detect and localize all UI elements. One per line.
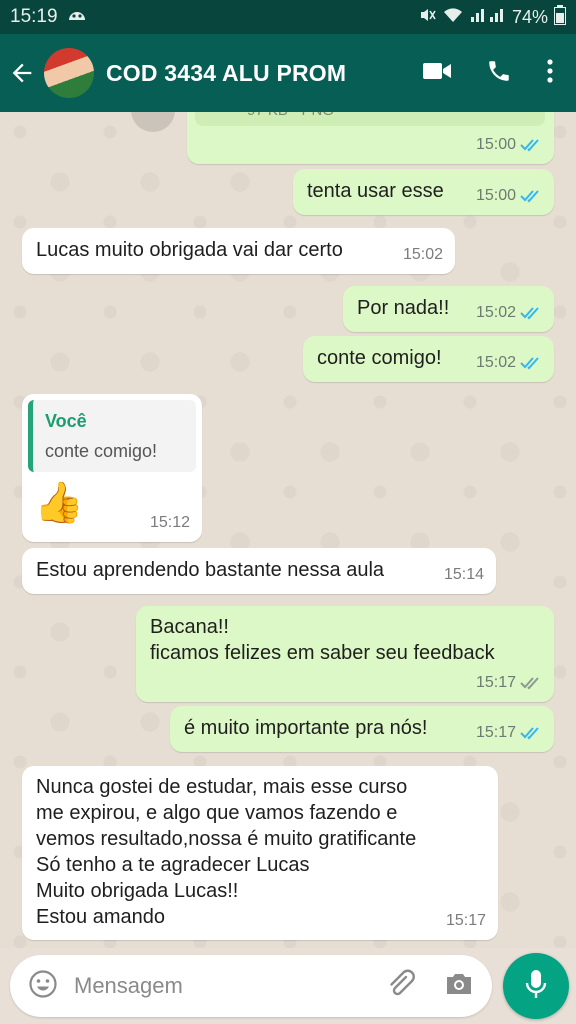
message-text: Estou aprendendo bastante nessa aula bbox=[36, 559, 385, 581]
message-text-line: ficamos felizes em saber seu feedback bbox=[150, 642, 495, 664]
forward-icon[interactable] bbox=[131, 112, 175, 132]
message-meta: 15:02 bbox=[403, 242, 443, 268]
more-options-icon[interactable] bbox=[546, 58, 554, 89]
contact-name[interactable]: COD 3434 ALU PROM bbox=[106, 60, 346, 87]
message-meta: 15:17 bbox=[476, 670, 542, 696]
message-text-line: Estou amando bbox=[36, 906, 165, 928]
read-ticks-icon bbox=[520, 306, 542, 320]
message-time: 15:14 bbox=[443, 566, 484, 583]
message-input-bar[interactable]: Mensagem bbox=[10, 955, 492, 1017]
read-ticks-icon bbox=[520, 138, 542, 152]
message-input[interactable]: Mensagem bbox=[74, 973, 183, 999]
chat-header: COD 3434 ALU PROM bbox=[0, 34, 576, 112]
camera-icon[interactable] bbox=[444, 971, 474, 1002]
status-bar: 15:19 74% bbox=[0, 0, 576, 34]
message-time: 15:17 bbox=[475, 674, 516, 691]
read-ticks-icon bbox=[520, 356, 542, 370]
message-text-line: vemos resultado,nossa é muito gratifican… bbox=[36, 828, 417, 850]
message-meta: 15:17 bbox=[476, 720, 542, 746]
message-time: 15:02 bbox=[402, 246, 443, 263]
quoted-message[interactable]: Você conte comigo! bbox=[28, 400, 196, 472]
message-text-line: Bacana!! bbox=[150, 616, 229, 638]
contact-avatar[interactable] bbox=[44, 48, 94, 98]
quoted-author: Você bbox=[45, 411, 87, 431]
message-bubble[interactable]: Nunca gostei de estudar, mais esse curso… bbox=[22, 766, 498, 940]
message-bubble[interactable]: Estou aprendendo bastante nessa aula 15:… bbox=[22, 548, 496, 594]
mute-icon bbox=[418, 6, 436, 29]
voice-call-icon[interactable] bbox=[486, 58, 512, 89]
read-ticks-icon bbox=[520, 726, 542, 740]
attach-icon[interactable] bbox=[386, 969, 416, 1004]
message-meta: 15:14 bbox=[444, 562, 484, 588]
signal-icon bbox=[470, 7, 506, 28]
read-ticks-icon bbox=[520, 189, 542, 203]
message-text: tenta usar esse bbox=[307, 180, 444, 202]
message-text-line: me expirou, e algo que vamos fazendo e bbox=[36, 802, 398, 824]
message-time: 15:00 bbox=[475, 136, 516, 153]
input-actions bbox=[386, 969, 474, 1004]
message-bubble[interactable]: Por nada!! 15:02 bbox=[343, 286, 554, 332]
message-meta: 15:00 bbox=[476, 183, 542, 209]
message-time: 15:17 bbox=[445, 912, 486, 929]
message-meta: 15:02 bbox=[476, 300, 542, 326]
message-time: 15:02 bbox=[475, 304, 516, 321]
wifi-icon bbox=[442, 6, 464, 29]
reply-message-bubble[interactable]: Você conte comigo! 👍 15:12 bbox=[22, 394, 202, 542]
message-text: é muito importante pra nós! bbox=[184, 717, 428, 739]
file-info: 97 KB • PNG bbox=[247, 112, 334, 124]
delivered-ticks-icon bbox=[520, 676, 542, 690]
video-call-icon[interactable] bbox=[422, 60, 452, 87]
message-meta: 15:12 bbox=[150, 510, 190, 536]
status-icons: 74% bbox=[418, 4, 566, 30]
message-text: conte comigo! bbox=[317, 347, 442, 369]
message-bubble[interactable]: conte comigo! 15:02 bbox=[303, 336, 554, 382]
microphone-icon bbox=[524, 968, 548, 1005]
status-time: 15:19 bbox=[10, 6, 58, 27]
message-meta: 15:02 bbox=[476, 350, 542, 376]
quoted-text: conte comigo! bbox=[45, 441, 158, 461]
message-text-line: Muito obrigada Lucas!! bbox=[36, 880, 239, 902]
message-text: Por nada!! bbox=[357, 297, 450, 319]
message-time: 15:12 bbox=[149, 514, 190, 531]
message-time: 15:17 bbox=[475, 724, 516, 741]
message-bubble[interactable]: é muito importante pra nós! 15:17 bbox=[170, 706, 554, 752]
file-message[interactable]: 97 KB • PNG 15:00 bbox=[187, 112, 554, 164]
message-text: Lucas muito obrigada vai dar certo bbox=[36, 239, 343, 261]
message-bubble[interactable]: Bacana!! ficamos felizes em saber seu fe… bbox=[136, 606, 554, 702]
chat-area[interactable]: 97 KB • PNG 15:00 tenta usar esse 15:00 … bbox=[0, 112, 576, 948]
message-bubble[interactable]: Lucas muito obrigada vai dar certo 15:02 bbox=[22, 228, 455, 274]
message-time: 15:00 bbox=[475, 187, 516, 204]
message-text-line: Nunca gostei de estudar, mais esse curso bbox=[36, 776, 408, 798]
back-arrow-icon[interactable] bbox=[8, 53, 44, 93]
voice-message-button[interactable] bbox=[503, 953, 569, 1019]
battery-level: 74% bbox=[511, 6, 548, 27]
emoji-icon[interactable] bbox=[28, 969, 58, 1004]
header-actions bbox=[422, 58, 576, 89]
message-meta: 15:17 bbox=[446, 908, 486, 934]
message-text-line: Só tenho a te agradecer Lucas bbox=[36, 854, 310, 876]
message-meta: 15:00 bbox=[476, 132, 542, 158]
battery-icon bbox=[554, 4, 566, 30]
message-bubble[interactable]: tenta usar esse 15:00 bbox=[293, 169, 554, 215]
notification-icon bbox=[66, 6, 88, 28]
message-time: 15:02 bbox=[475, 354, 516, 371]
